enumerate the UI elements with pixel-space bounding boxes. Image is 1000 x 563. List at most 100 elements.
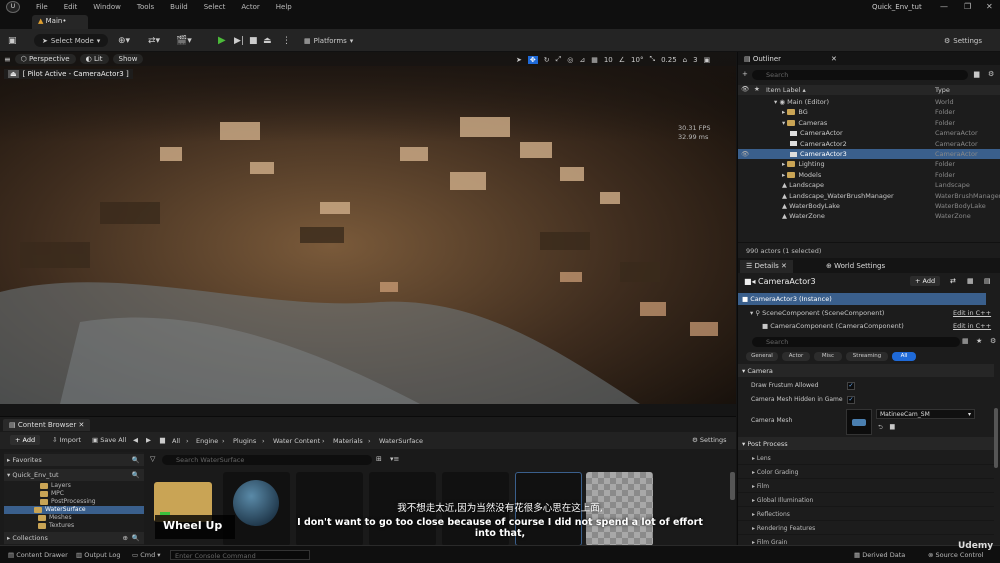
- edit-cpp-link[interactable]: Edit in C++: [953, 309, 991, 317]
- tab-world-settings[interactable]: ⊕ World Settings: [820, 260, 891, 273]
- surface-snap-icon[interactable]: ⊿: [579, 56, 585, 64]
- level-viewport[interactable]: ≡ ⬡ Perspective ◐ Lit Show ➤ ✥ ↻ ⤢ ◎ ⊿ ▦…: [0, 52, 736, 404]
- outliner-row[interactable]: ▸ Lighting Folder: [738, 159, 1000, 169]
- perspective-button[interactable]: ⬡ Perspective: [14, 54, 76, 64]
- output-log-button[interactable]: ▥ Output Log: [76, 551, 120, 559]
- pilot-indicator[interactable]: ⏏ [ Pilot Active - CameraActor3 ]: [4, 69, 133, 79]
- post-process-category[interactable]: ▸ Reflections: [738, 507, 994, 521]
- asset-scrollbar[interactable]: [730, 472, 735, 500]
- platforms-button[interactable]: ▦ Platforms ▾: [304, 34, 353, 47]
- crumb-water-content[interactable]: Water Content: [273, 437, 320, 445]
- save-search-icon[interactable]: ⊞: [376, 455, 382, 463]
- favorites-header[interactable]: ▸ Favorites 🔍: [4, 454, 144, 466]
- filter-dropdown-icon[interactable]: ▾≡: [390, 455, 399, 463]
- post-process-category[interactable]: ▸ Lens: [738, 451, 994, 465]
- skip-icon[interactable]: ▶|: [234, 34, 244, 47]
- collections-header[interactable]: ▸ Collections ⊕ 🔍: [4, 532, 144, 544]
- search-icon[interactable]: 🔍: [132, 456, 140, 464]
- menu-help[interactable]: Help: [268, 3, 300, 11]
- star-icon[interactable]: ★: [976, 337, 982, 345]
- tab-main[interactable]: ▲ Main•: [32, 15, 88, 29]
- outliner-row[interactable]: ▲ WaterBodyLake WaterBodyLake: [738, 201, 1000, 211]
- folder-tree-item[interactable]: WaterSurface: [4, 506, 144, 514]
- select-mode-dropdown[interactable]: ➤ Select Mode ▾: [34, 34, 109, 47]
- derived-data-button[interactable]: ▦ Derived Data: [854, 551, 905, 559]
- angle-snap-value[interactable]: 10°: [631, 56, 643, 64]
- use-selected-icon[interactable]: ⮌: [878, 423, 883, 433]
- filter-actor[interactable]: Actor: [782, 352, 810, 361]
- component-instance-row[interactable]: ■ CameraActor3 (Instance): [738, 293, 986, 305]
- asset-search-input[interactable]: Search WaterSurface: [162, 455, 372, 465]
- layout-icon[interactable]: ▣: [704, 56, 711, 64]
- eject-icon[interactable]: ⏏: [263, 34, 272, 47]
- eye-icon[interactable]: 👁: [741, 85, 749, 93]
- minimize-icon[interactable]: —: [940, 2, 948, 11]
- pin-icon[interactable]: ★: [754, 85, 760, 93]
- settings-icon[interactable]: ⚙: [990, 337, 996, 345]
- camera-section-header[interactable]: ▾ Camera: [738, 364, 994, 377]
- cb-add-button[interactable]: + Add: [10, 435, 41, 445]
- cb-settings-button[interactable]: ⚙ Settings: [692, 436, 727, 444]
- cinematics-icon[interactable]: 🎬▾: [176, 34, 192, 47]
- scale-snap-icon[interactable]: ⤡: [649, 55, 655, 64]
- lit-button[interactable]: ◐ Lit: [79, 54, 109, 64]
- settings-icon[interactable]: ⚙: [988, 70, 994, 78]
- show-button[interactable]: Show: [112, 54, 144, 64]
- outliner-row[interactable]: CameraActor2 CameraActor: [738, 139, 1000, 149]
- post-process-section-header[interactable]: ▾ Post Process: [738, 437, 994, 450]
- outliner-search-input[interactable]: Search: [752, 70, 968, 80]
- post-process-category[interactable]: ▸ Film: [738, 479, 994, 493]
- add-actor-icon[interactable]: ⊕▾: [118, 34, 130, 47]
- maximize-icon[interactable]: ❐: [964, 2, 971, 11]
- move-icon[interactable]: ✥: [527, 55, 538, 64]
- menu-select[interactable]: Select: [196, 3, 234, 11]
- folder-tree-item[interactable]: Meshes: [4, 514, 144, 522]
- camera-speed-value[interactable]: 3: [693, 56, 697, 64]
- post-process-category[interactable]: ▸ Global Illumination: [738, 493, 994, 507]
- select-icon[interactable]: ➤: [516, 56, 522, 64]
- viewport-menu-icon[interactable]: ≡: [4, 55, 11, 64]
- browse-icon[interactable]: ▆: [890, 423, 895, 430]
- crumb-materials[interactable]: Materials: [333, 437, 363, 445]
- col-type[interactable]: Type: [935, 86, 950, 94]
- eye-icon[interactable]: 👁: [741, 149, 749, 159]
- component-settings-icon[interactable]: ▤: [984, 277, 991, 285]
- eject-pilot-icon[interactable]: ⏏: [8, 70, 19, 78]
- grid-snap-value[interactable]: 10: [604, 56, 613, 64]
- content-browser-tab[interactable]: ▤ Content Browser ✕: [3, 419, 91, 431]
- source-control-button[interactable]: ⊗ Source Control: [928, 551, 983, 559]
- menu-edit[interactable]: Edit: [56, 3, 86, 11]
- console-input[interactable]: Enter Console Command: [170, 550, 310, 560]
- outliner-tab[interactable]: ▤ Outliner ✕: [738, 52, 1000, 65]
- outliner-row[interactable]: ▸ Models Folder: [738, 170, 1000, 180]
- history-back-icon[interactable]: ◀: [133, 436, 138, 444]
- outliner-row[interactable]: ▸ BG Folder: [738, 107, 1000, 117]
- rotate-icon[interactable]: ↻: [544, 56, 550, 64]
- outliner-row[interactable]: ▲ Landscape Landscape: [738, 180, 1000, 190]
- close-icon[interactable]: ✕: [79, 421, 85, 429]
- play-icon[interactable]: ▶: [218, 34, 226, 47]
- menu-build[interactable]: Build: [162, 3, 196, 11]
- filter-icon[interactable]: ▽: [150, 455, 155, 463]
- more-icon[interactable]: ⋮: [282, 34, 291, 47]
- camera-component-row[interactable]: ■ CameraComponent (CameraComponent) Edit…: [738, 320, 1000, 332]
- folder-tree-item[interactable]: PostProcessing: [4, 498, 144, 506]
- search-icon[interactable]: 🔍: [132, 471, 140, 479]
- edit-cpp-link[interactable]: Edit in C++: [953, 322, 991, 330]
- history-forward-icon[interactable]: ▶: [146, 436, 151, 444]
- angle-snap-icon[interactable]: ∠: [619, 56, 625, 64]
- world-icon[interactable]: ◎: [567, 56, 573, 64]
- close-icon[interactable]: ✕: [831, 55, 837, 63]
- crumb-plugins[interactable]: Plugins: [233, 437, 256, 445]
- save-icon[interactable]: ▣: [8, 34, 17, 47]
- outliner-row[interactable]: 👁 CameraActor3 CameraActor: [738, 149, 1000, 160]
- menu-actor[interactable]: Actor: [233, 3, 267, 11]
- project-header[interactable]: ▾ Quick_Env_tut 🔍: [4, 469, 144, 481]
- filter-streaming[interactable]: Streaming: [846, 352, 888, 361]
- details-scrollbar[interactable]: [994, 408, 998, 468]
- menu-file[interactable]: File: [28, 3, 56, 11]
- add-icon[interactable]: +: [742, 70, 748, 78]
- outliner-row[interactable]: ▲ WaterZone WaterZone: [738, 211, 1000, 221]
- scene-component-row[interactable]: ▾ ⚲ SceneComponent (SceneComponent) Edit…: [738, 307, 1000, 319]
- filter-general[interactable]: General: [746, 352, 778, 361]
